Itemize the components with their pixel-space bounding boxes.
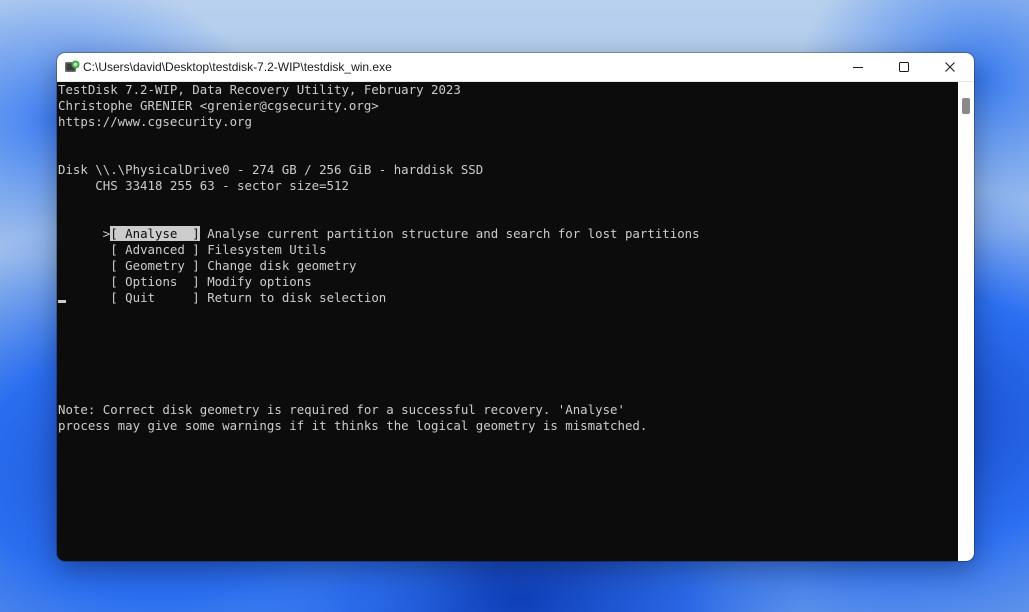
minimize-icon — [853, 67, 863, 68]
menu-label[interactable]: [ Quit ] — [110, 290, 200, 305]
console-window[interactable]: C:\Users\david\Desktop\testdisk-7.2-WIP\… — [57, 53, 974, 561]
header-line: TestDisk 7.2-WIP, Data Recovery Utility,… — [58, 82, 461, 97]
vertical-scrollbar[interactable] — [958, 82, 974, 561]
header-line: Christophe GRENIER <grenier@cgsecurity.o… — [58, 98, 379, 113]
menu-item-analyse[interactable]: >[ Analyse ] Analyse current partition s… — [58, 210, 700, 241]
note-line: Note: Correct disk geometry is required … — [58, 402, 625, 417]
close-button[interactable] — [927, 53, 973, 81]
disk-info-line: Disk \\.\PhysicalDrive0 - 274 GB / 256 G… — [58, 162, 484, 177]
menu-item-quit[interactable]: [ Quit ] Return to disk selection — [58, 274, 386, 305]
chs-info-line: CHS 33418 255 63 - sector size=512 — [58, 178, 349, 193]
text-cursor — [58, 300, 66, 303]
close-icon — [945, 62, 955, 72]
maximize-button[interactable] — [881, 53, 927, 81]
title-bar[interactable]: C:\Users\david\Desktop\testdisk-7.2-WIP\… — [57, 53, 974, 82]
header-line: https://www.cgsecurity.org — [58, 114, 252, 129]
menu-item-options[interactable]: [ Options ] Modify options — [58, 258, 311, 289]
menu-item-advanced[interactable]: [ Advanced ] Filesystem Utils — [58, 226, 326, 257]
scrollbar-thumb[interactable] — [962, 98, 970, 114]
window-title: C:\Users\david\Desktop\testdisk-7.2-WIP\… — [83, 60, 392, 74]
minimize-button[interactable] — [835, 53, 881, 81]
note-line: process may give some warnings if it thi… — [58, 418, 648, 433]
testdisk-app-icon — [64, 59, 80, 75]
maximize-icon — [899, 62, 909, 72]
menu-description: Return to disk selection — [199, 290, 387, 305]
console-output[interactable]: TestDisk 7.2-WIP, Data Recovery Utility,… — [57, 82, 958, 561]
menu-item-geometry[interactable]: [ Geometry ] Change disk geometry — [58, 242, 356, 273]
